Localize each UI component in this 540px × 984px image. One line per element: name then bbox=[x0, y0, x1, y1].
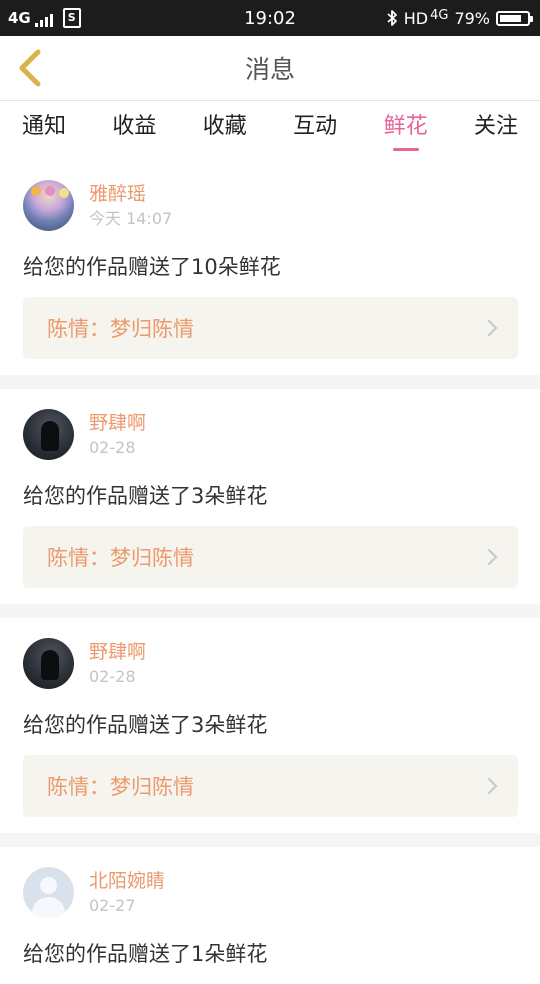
username[interactable]: 野肆啊 bbox=[89, 640, 146, 664]
message-text: 给您的作品赠送了1朵鲜花 bbox=[23, 942, 268, 966]
tab-flowers[interactable]: 鲜花 bbox=[384, 101, 428, 153]
username[interactable]: 野肆啊 bbox=[89, 411, 146, 435]
signal-bars-icon bbox=[34, 14, 53, 27]
work-link-card[interactable]: 陈情：梦归陈情 bbox=[23, 297, 518, 359]
battery-icon bbox=[496, 10, 533, 26]
hd-label: HD bbox=[403, 8, 429, 28]
tab-interactions[interactable]: 互动 bbox=[293, 101, 337, 153]
tab-notifications[interactable]: 通知 bbox=[22, 101, 66, 153]
avatar[interactable] bbox=[23, 867, 74, 918]
timestamp: 今天 14:07 bbox=[89, 208, 173, 228]
tab-earnings[interactable]: 收益 bbox=[112, 101, 156, 153]
chevron-right-icon bbox=[486, 777, 498, 795]
username[interactable]: 北陌婉睛 bbox=[89, 869, 165, 893]
message-text: 给您的作品赠送了10朵鲜花 bbox=[23, 255, 281, 279]
list-item: 野肆啊 02-28 给您的作品赠送了3朵鲜花 陈情：梦归陈情 bbox=[0, 389, 540, 604]
network-type: 4G bbox=[8, 9, 31, 27]
avatar[interactable] bbox=[23, 638, 74, 689]
back-button[interactable] bbox=[10, 46, 50, 90]
status-bar: 4G S 19:02 HD 4G 79% bbox=[0, 0, 540, 36]
avatar[interactable] bbox=[23, 409, 74, 460]
tab-following[interactable]: 关注 bbox=[474, 101, 518, 153]
navigation-header: 消息 bbox=[0, 36, 540, 101]
message-text: 给您的作品赠送了3朵鲜花 bbox=[23, 484, 268, 508]
chevron-right-icon bbox=[486, 548, 498, 566]
divider bbox=[0, 375, 540, 389]
notification-list: 雅醉瑶 今天 14:07 给您的作品赠送了10朵鲜花 陈情：梦归陈情 野肆啊 0… bbox=[0, 160, 540, 984]
work-link-card[interactable]: 陈情：梦归陈情 bbox=[23, 526, 518, 588]
timestamp: 02-27 bbox=[89, 895, 136, 915]
lte-label: 4G bbox=[430, 7, 449, 23]
divider bbox=[0, 604, 540, 618]
timestamp: 02-28 bbox=[89, 666, 136, 686]
tab-favorites[interactable]: 收藏 bbox=[203, 101, 247, 153]
battery-percent: 79% bbox=[454, 8, 490, 28]
tab-bar: 通知 收益 收藏 互动 鲜花 关注 bbox=[0, 101, 540, 153]
work-title: 陈情：梦归陈情 bbox=[47, 775, 194, 799]
work-title: 陈情：梦归陈情 bbox=[47, 317, 194, 341]
list-item: 雅醉瑶 今天 14:07 给您的作品赠送了10朵鲜花 陈情：梦归陈情 bbox=[0, 160, 540, 375]
work-title: 陈情：梦归陈情 bbox=[47, 546, 194, 570]
bluetooth-icon bbox=[387, 10, 397, 26]
list-item: 北陌婉睛 02-27 给您的作品赠送了1朵鲜花 bbox=[0, 847, 540, 984]
page-title: 消息 bbox=[244, 55, 295, 84]
chevron-left-icon bbox=[19, 49, 41, 87]
signal-indicator: 4G bbox=[8, 9, 53, 27]
chevron-right-icon bbox=[486, 319, 498, 337]
list-item: 野肆啊 02-28 给您的作品赠送了3朵鲜花 陈情：梦归陈情 bbox=[0, 618, 540, 833]
divider bbox=[0, 833, 540, 847]
sim-card-icon: S bbox=[62, 8, 81, 28]
username[interactable]: 雅醉瑶 bbox=[89, 182, 172, 206]
timestamp: 02-28 bbox=[89, 437, 136, 457]
work-link-card[interactable]: 陈情：梦归陈情 bbox=[23, 755, 518, 817]
avatar[interactable] bbox=[23, 180, 74, 231]
message-text: 给您的作品赠送了3朵鲜花 bbox=[23, 713, 268, 737]
